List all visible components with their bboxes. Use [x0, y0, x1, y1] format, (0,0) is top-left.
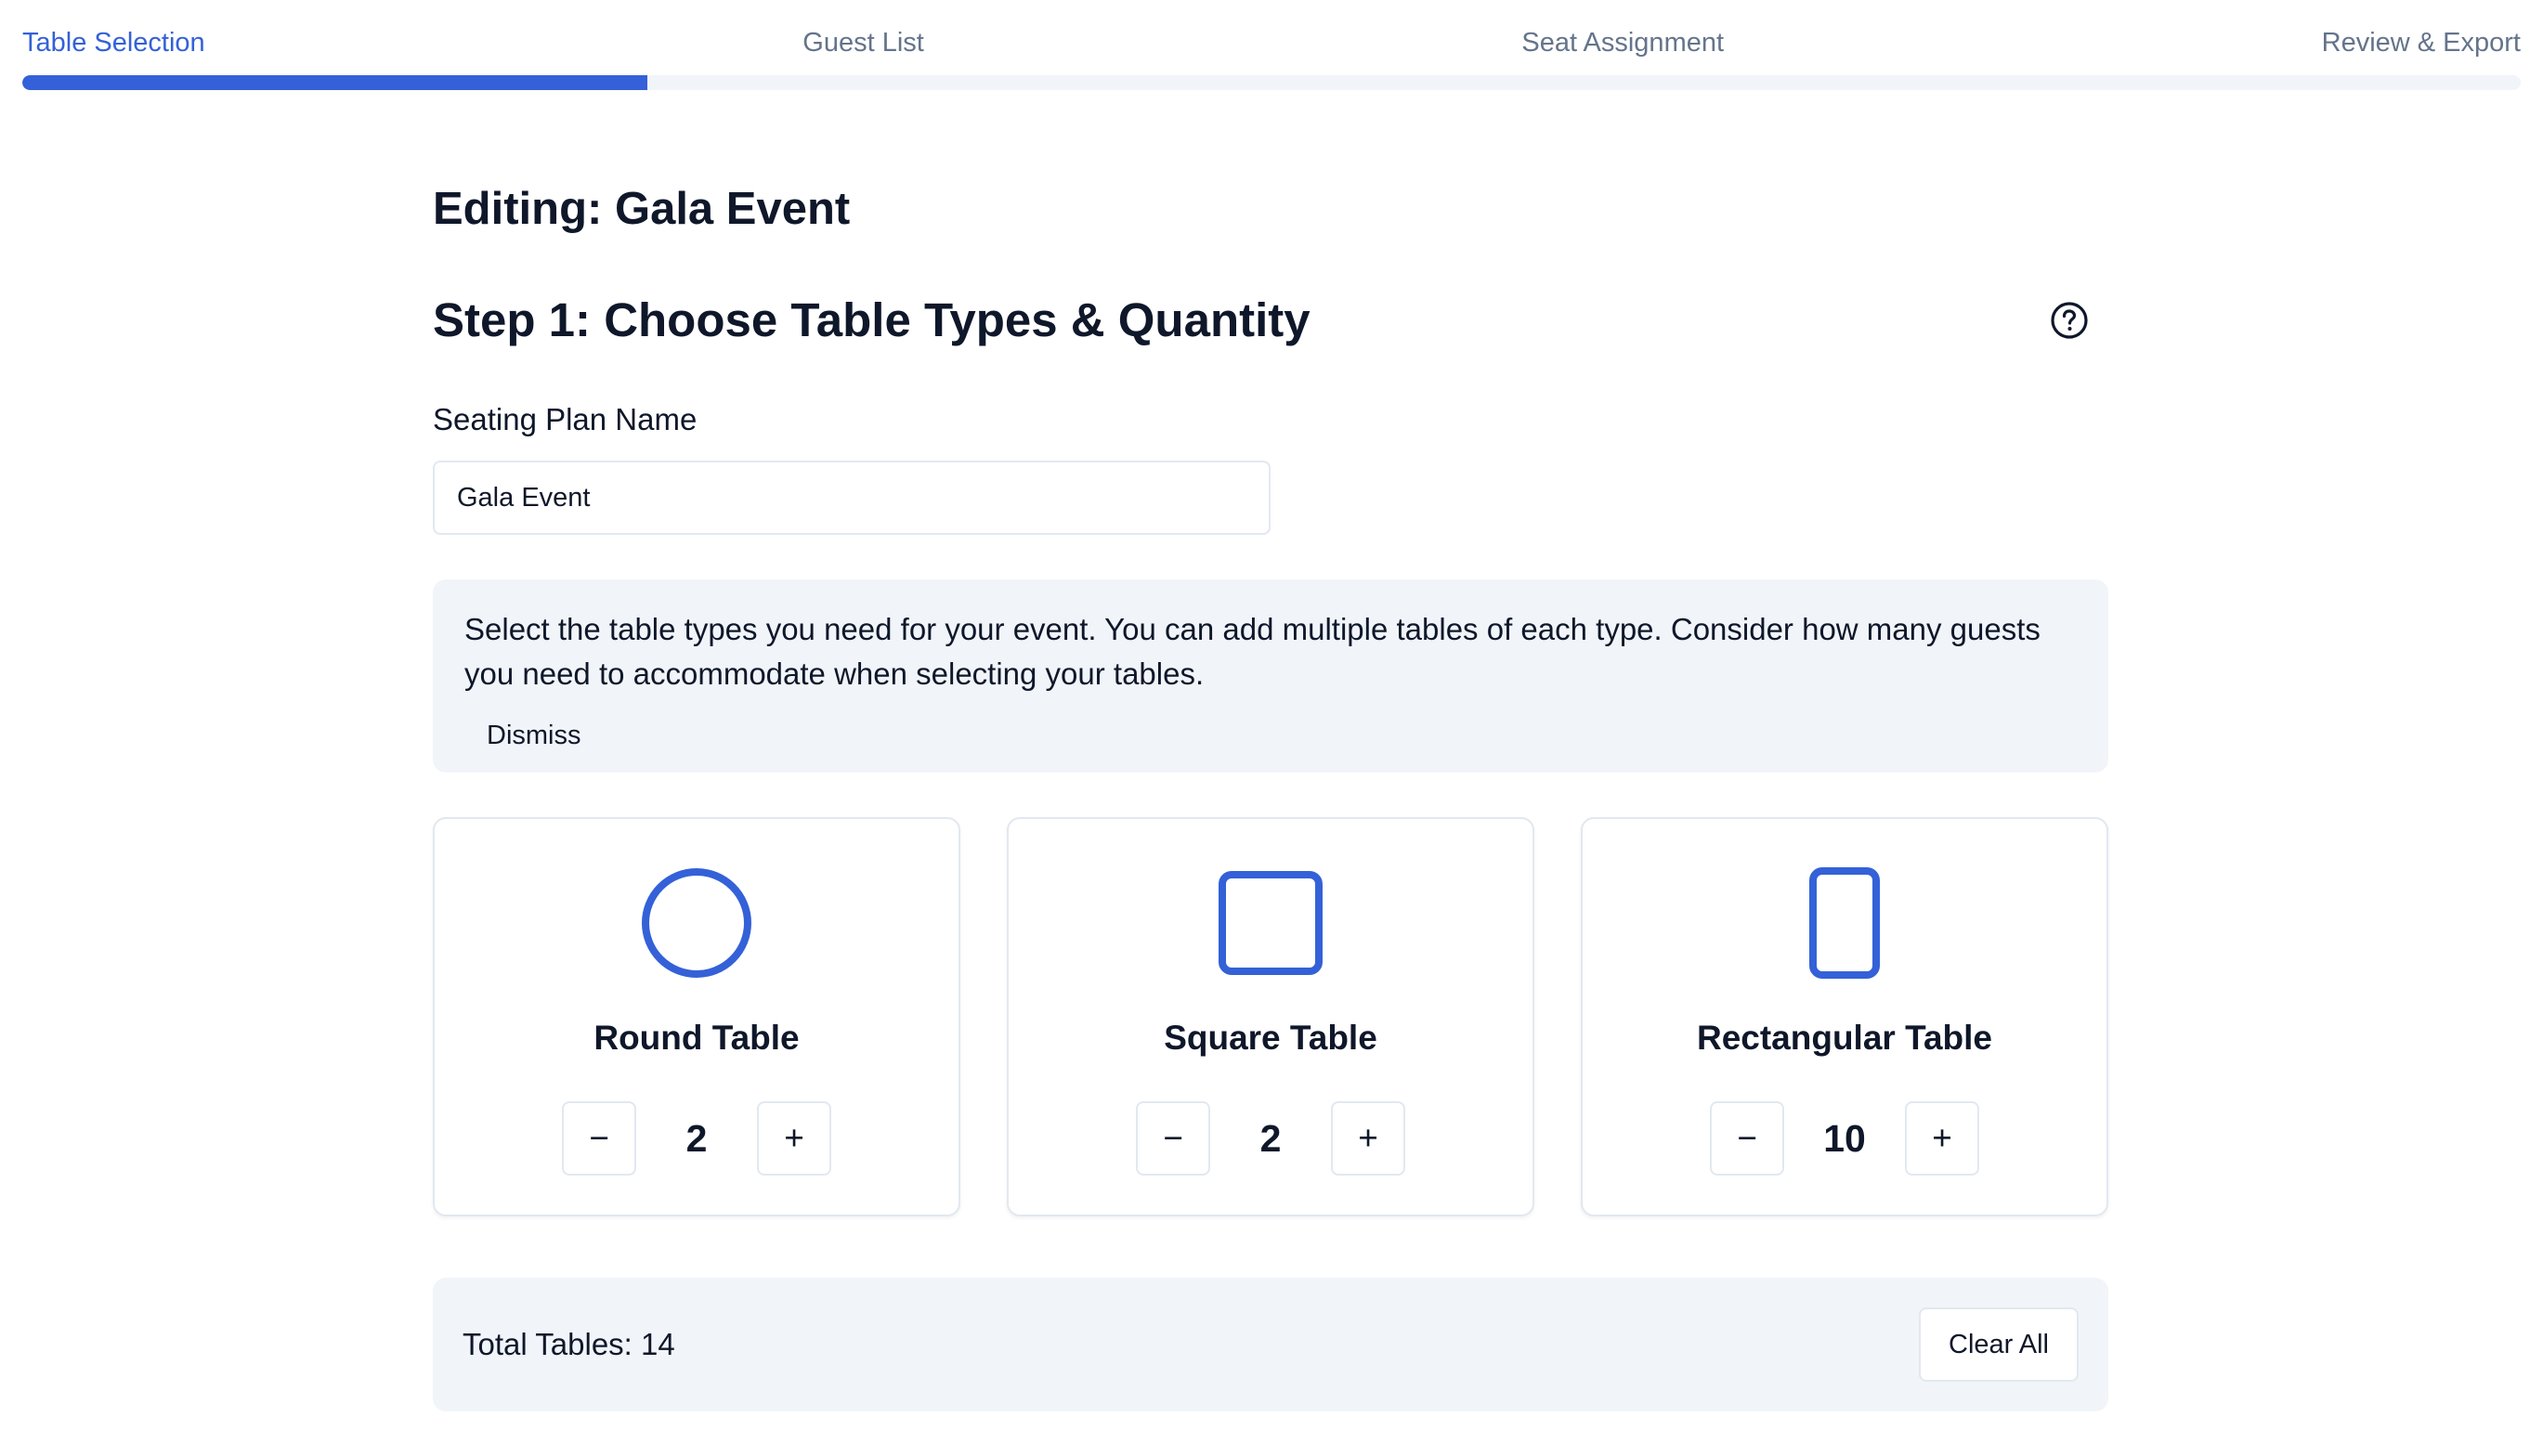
info-text: Select the table types you need for your… [464, 612, 2041, 691]
step-title: Step 1: Choose Table Types & Quantity [433, 293, 1311, 346]
dismiss-button[interactable]: Dismiss [464, 713, 604, 759]
decrease-button[interactable]: − [562, 1101, 636, 1176]
card-title: Square Table [1164, 1019, 1377, 1057]
round-table-card: Round Table − 2 + [433, 817, 960, 1216]
question-circle-icon[interactable] [2049, 300, 2090, 341]
card-title: Round Table [593, 1019, 800, 1057]
decrease-button[interactable]: − [1136, 1101, 1210, 1176]
clear-all-button[interactable]: Clear All [1919, 1307, 2079, 1382]
summary-bar: Total Tables: 14 Clear All [433, 1278, 2108, 1411]
page-title: Editing: Gala Event [433, 184, 851, 234]
info-box: Select the table types you need for your… [433, 579, 2108, 773]
progress-stepper: Table Selection Guest List Seat Assignme… [22, 0, 2521, 93]
increase-button[interactable]: + [1331, 1101, 1405, 1176]
rectangular-table-card: Rectangular Table − 10 + [1581, 817, 2108, 1216]
square-icon [1219, 871, 1323, 975]
seating-plan-name-label: Seating Plan Name [433, 402, 698, 436]
step-guest-list[interactable]: Guest List [802, 28, 924, 58]
quantity-value: 2 [1259, 1116, 1282, 1160]
step-seat-assignment[interactable]: Seat Assignment [1521, 28, 1724, 58]
square-table-card: Square Table − 2 + [1007, 817, 1534, 1216]
seating-plan-name-input[interactable] [433, 461, 1271, 535]
main-content: Editing: Gala Event Step 1: Choose Table… [433, 176, 2108, 1411]
quantity-stepper: − 10 + [1710, 1101, 1979, 1176]
card-title: Rectangular Table [1696, 1019, 1992, 1057]
increase-button[interactable]: + [757, 1101, 831, 1176]
progress-fill [22, 75, 647, 90]
step-table-selection[interactable]: Table Selection [22, 28, 205, 58]
circle-icon [642, 868, 751, 978]
rectangle-icon [1809, 867, 1880, 979]
total-tables: Total Tables: 14 [463, 1327, 675, 1361]
table-type-cards: Round Table − 2 + Square Table − 2 + Rec… [433, 817, 2108, 1216]
quantity-stepper: − 2 + [1136, 1101, 1405, 1176]
quantity-value: 10 [1823, 1116, 1866, 1160]
step-review-export[interactable]: Review & Export [2322, 28, 2521, 58]
quantity-stepper: − 2 + [562, 1101, 831, 1176]
quantity-value: 2 [685, 1116, 708, 1160]
progress-track [22, 75, 2521, 90]
decrease-button[interactable]: − [1710, 1101, 1784, 1176]
step-header: Step 1: Choose Table Types & Quantity [433, 288, 2108, 353]
step-labels: Table Selection Guest List Seat Assignme… [22, 24, 2521, 61]
increase-button[interactable]: + [1905, 1101, 1979, 1176]
